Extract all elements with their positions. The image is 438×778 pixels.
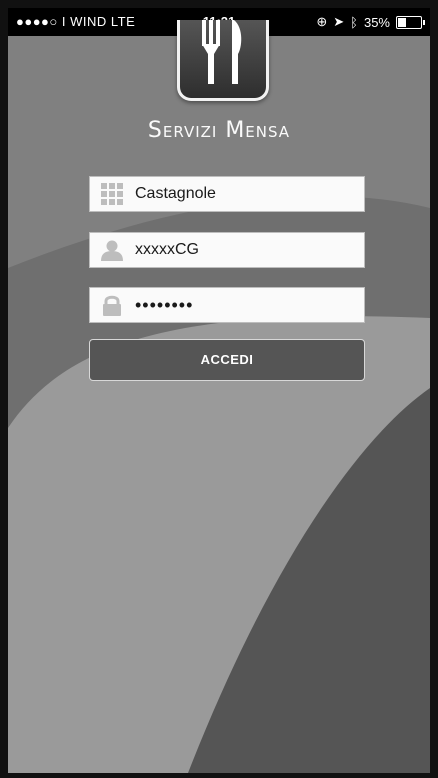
battery-icon [396, 15, 425, 29]
school-field[interactable]: Castagnole [89, 176, 365, 212]
padlock-icon [101, 294, 123, 316]
username-field-value: xxxxxCG [135, 241, 199, 258]
password-field-value: •••••••• [135, 294, 194, 315]
username-field[interactable]: xxxxxCG [89, 232, 365, 268]
app-title: Servizi Mensa [147, 118, 291, 143]
login-button[interactable]: ACCEDI [89, 339, 365, 381]
status-icons: ⊕ ➤ ᛒ 35% [316, 14, 425, 30]
app-logo [177, 20, 269, 101]
location-arrow-icon: ➤ [333, 14, 345, 29]
fork-knife-icon [202, 20, 242, 84]
user-icon [101, 239, 123, 261]
grid-icon [101, 183, 123, 205]
battery-percent: 35% [363, 14, 390, 30]
school-field-value: Castagnole [135, 185, 216, 202]
password-field[interactable]: •••••••• [89, 287, 365, 323]
lock-rotation-icon: ⊕ [316, 14, 328, 29]
bluetooth-icon: ᛒ [350, 14, 358, 30]
